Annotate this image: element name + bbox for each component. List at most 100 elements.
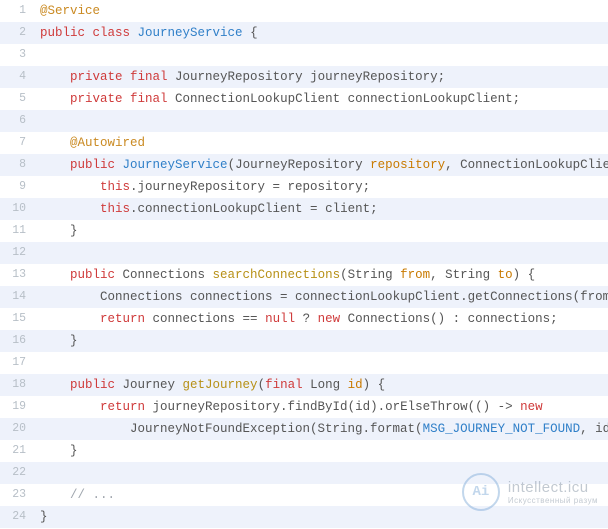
token-keyword: return [100,312,153,326]
line-number: 14 [0,286,36,308]
code-line: 16 } [0,330,608,352]
line-number: 18 [0,374,36,396]
token-keyword: final [265,378,310,392]
code-content: // ... [36,484,608,506]
code-content: } [36,440,608,462]
token-keyword: final [130,70,175,84]
code-line: 9 this.journeyRepository = repository; [0,176,608,198]
code-line: 12 [0,242,608,264]
token-plain: } [70,444,78,458]
code-line: 3 [0,44,608,66]
line-number: 6 [0,110,36,132]
token-plain: Connections connections = connectionLook… [100,290,608,304]
token-keyword: public [40,26,93,40]
line-number: 21 [0,440,36,462]
line-number: 9 [0,176,36,198]
token-method: searchConnections [213,268,341,282]
token-plain: JourneyNotFoundException(String.format( [130,422,423,436]
code-content: } [36,220,608,242]
token-plain: } [40,510,48,524]
token-plain: Connections [123,268,213,282]
token-plain: } [70,334,78,348]
line-number: 22 [0,462,36,484]
code-line: 24} [0,506,608,528]
line-number: 1 [0,0,36,22]
token-plain: } [70,224,78,238]
token-keyword: new [318,312,348,326]
token-plain: (String [340,268,400,282]
token-param: from [400,268,430,282]
token-method: getJourney [183,378,258,392]
token-plain: JourneyRepository journeyRepository; [175,70,445,84]
code-content: private final JourneyRepository journeyR… [36,66,608,88]
line-number: 16 [0,330,36,352]
token-anno: @Autowired [70,136,145,150]
token-plain: ) { [363,378,386,392]
token-comment: // ... [70,488,115,502]
token-plain: Journey [123,378,183,392]
line-number: 5 [0,88,36,110]
code-line: 1@Service [0,0,608,22]
token-keyword: new [520,400,543,414]
code-content: @Service [36,0,608,22]
code-content: } [36,330,608,352]
token-plain: ( [258,378,266,392]
line-number: 2 [0,22,36,44]
token-class: JourneyService [123,158,228,172]
code-content: public JourneyService(JourneyRepository … [36,154,608,176]
token-plain: Long [310,378,348,392]
token-plain: connections == [153,312,266,326]
token-param: id [348,378,363,392]
token-plain: (JourneyRepository [228,158,371,172]
line-number: 17 [0,352,36,374]
code-line: 20 JourneyNotFoundException(String.forma… [0,418,608,440]
line-number: 13 [0,264,36,286]
code-line: 11 } [0,220,608,242]
code-line: 7 @Autowired [0,132,608,154]
code-line: 18 public Journey getJourney(final Long … [0,374,608,396]
code-content: return connections == null ? new Connect… [36,308,608,330]
token-plain: ConnectionLookupClient connectionLookupC… [175,92,520,106]
token-param: to [498,268,513,282]
line-number: 23 [0,484,36,506]
code-line: 2public class JourneyService { [0,22,608,44]
code-line: 23 // ... [0,484,608,506]
code-line: 19 return journeyRepository.findById(id)… [0,396,608,418]
line-number: 3 [0,44,36,66]
line-number: 20 [0,418,36,440]
line-number: 8 [0,154,36,176]
token-keyword: public [70,268,123,282]
token-plain: ) { [513,268,536,282]
token-keyword: null [265,312,295,326]
code-content: Connections connections = connectionLook… [36,286,608,308]
line-number: 10 [0,198,36,220]
code-line: 14 Connections connections = connectionL… [0,286,608,308]
line-number: 12 [0,242,36,264]
token-keyword: class [93,26,138,40]
token-plain: , id))); [580,422,608,436]
code-content: public Journey getJourney(final Long id)… [36,374,608,396]
token-keyword: private [70,92,130,106]
code-content: this.journeyRepository = repository; [36,176,608,198]
line-number: 24 [0,506,36,528]
code-block: 1@Service2public class JourneyService {3… [0,0,608,528]
code-line: 4 private final JourneyRepository journe… [0,66,608,88]
code-line: 21 } [0,440,608,462]
line-number: 4 [0,66,36,88]
line-number: 11 [0,220,36,242]
code-content: @Autowired [36,132,608,154]
token-class: JourneyService [138,26,243,40]
code-line: 15 return connections == null ? new Conn… [0,308,608,330]
token-param: repository [370,158,445,172]
line-number: 7 [0,132,36,154]
token-keyword: final [130,92,175,106]
code-content: public class JourneyService { [36,22,608,44]
code-line: 5 private final ConnectionLookupClient c… [0,88,608,110]
code-content: JourneyNotFoundException(String.format(M… [36,418,608,440]
code-line: 13 public Connections searchConnections(… [0,264,608,286]
code-line: 22 [0,462,608,484]
token-keyword: return [100,400,153,414]
token-plain: .connectionLookupClient = client; [130,202,378,216]
token-keyword: this [100,180,130,194]
code-content: } [36,506,608,528]
